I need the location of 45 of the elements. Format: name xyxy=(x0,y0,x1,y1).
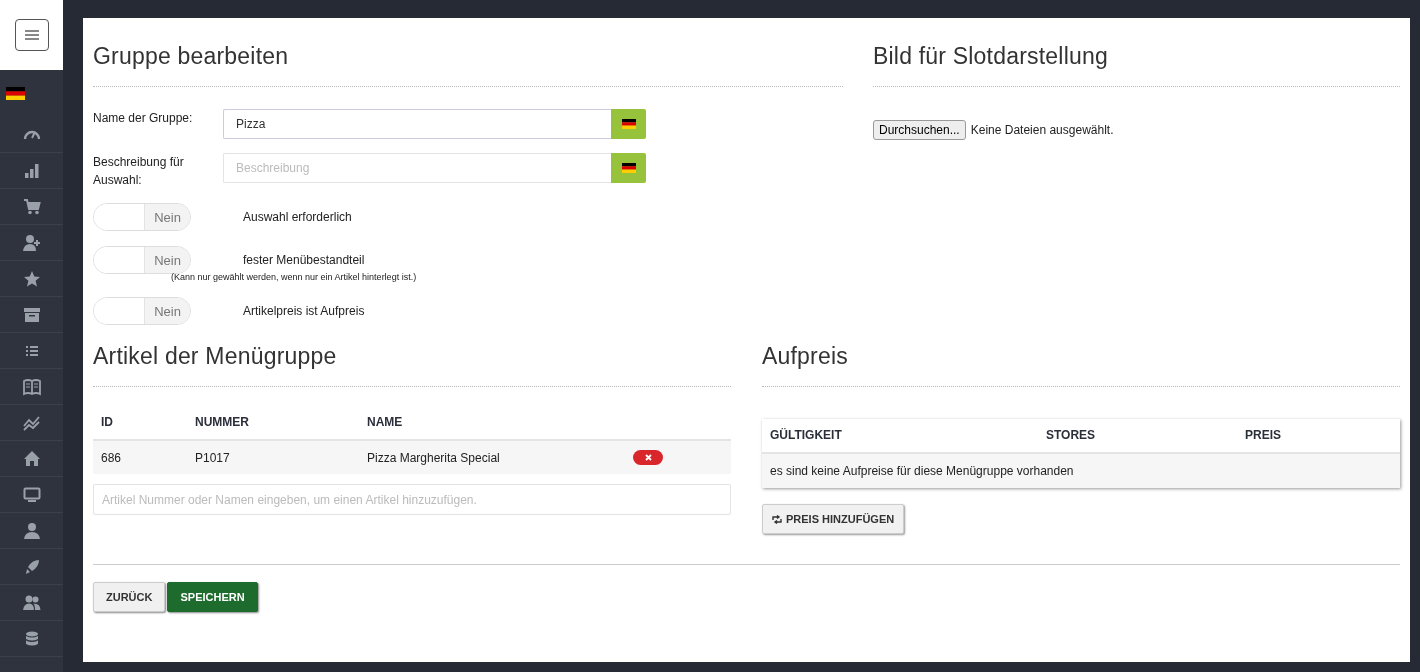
monitor-icon[interactable] xyxy=(22,485,41,504)
text-field[interactable]: Pizza xyxy=(223,109,611,139)
book-icon[interactable] xyxy=(22,377,41,396)
article-search-field[interactable]: Artikel Nummer oder Namen eingeben, um einen Artikel hinzuzufügen. xyxy=(93,484,731,515)
bar-chart-icon[interactable] xyxy=(22,161,41,180)
table-cell: Pizza Margherita Special xyxy=(359,440,625,474)
browse-button[interactable]: Durchsuchen... xyxy=(873,120,966,140)
archive-icon[interactable] xyxy=(22,305,41,324)
star-icon[interactable] xyxy=(22,269,41,288)
home-icon[interactable] xyxy=(22,449,41,468)
german-flag-icon[interactable] xyxy=(6,87,25,100)
back-button[interactable]: ZURÜCK xyxy=(93,582,166,612)
hint-text: (Kann nur gewählt werden, wenn nur ein Artikel hinterlegt ist.) xyxy=(171,272,417,282)
close-icon xyxy=(644,454,652,461)
table-cell: P1017 xyxy=(187,440,359,474)
empty-message: es sind keine Aufpreise für diese Menügruppe vorhanden xyxy=(762,453,1400,488)
toggle-switch[interactable]: Nein xyxy=(93,246,191,274)
field-label: Name der Gruppe: xyxy=(93,110,194,127)
save-button[interactable]: SPEICHERN xyxy=(167,582,258,612)
toggle-switch[interactable]: Nein xyxy=(93,297,191,325)
cart-icon[interactable] xyxy=(22,197,41,216)
german-flag-icon xyxy=(621,119,636,129)
language-button[interactable] xyxy=(611,153,646,183)
german-flag-icon xyxy=(621,163,636,173)
menu-button[interactable] xyxy=(14,19,49,51)
section-title: Gruppe bearbeiten xyxy=(93,18,843,87)
add-price-button[interactable]: PREIS HINZUFÜGEN xyxy=(762,504,905,534)
section-title: Aufpreis xyxy=(762,331,1400,387)
field-label: Beschreibung für Auswahl: xyxy=(93,154,185,189)
file-status: Keine Dateien ausgewählt. xyxy=(970,123,1114,137)
toggle-label: Auswahl erforderlich xyxy=(243,209,352,224)
language-button[interactable] xyxy=(611,109,646,139)
delete-button[interactable] xyxy=(633,450,663,465)
toggle-label: Artikelpreis ist Aufpreis xyxy=(243,303,365,318)
toggle-switch[interactable]: Nein xyxy=(93,203,191,231)
table-cell: 686 xyxy=(93,440,187,474)
toggle-label: fester Menübestandteil xyxy=(243,252,366,267)
section-title: Artikel der Menügruppe xyxy=(93,331,731,387)
repeat-icon xyxy=(772,514,782,524)
user-icon[interactable] xyxy=(22,521,41,540)
users-icon[interactable] xyxy=(22,593,41,612)
menu-icon xyxy=(24,29,39,41)
user-plus-icon[interactable] xyxy=(22,233,41,252)
text-field[interactable]: Beschreibung xyxy=(223,153,611,183)
section-title: Bild für Slotdarstellung xyxy=(873,18,1400,87)
